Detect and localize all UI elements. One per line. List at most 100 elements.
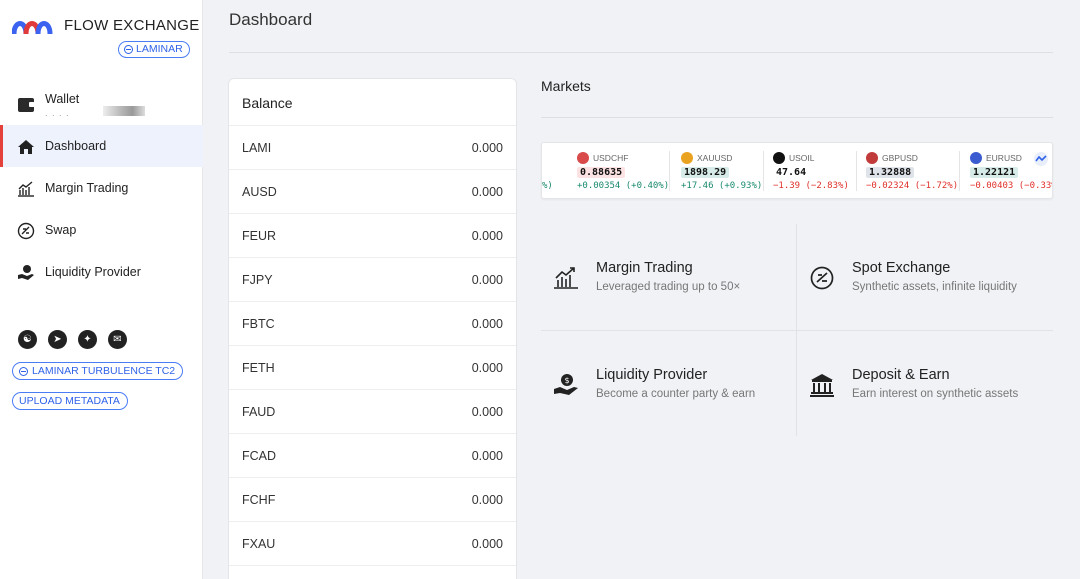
ticker-price: 1898.29 (681, 167, 730, 178)
bank-icon (810, 374, 834, 397)
nav-label: Dashboard (45, 139, 107, 153)
balance-row: AUSD 0.000 (229, 170, 516, 214)
wallet-icon (18, 98, 35, 112)
liquidity-icon: $ (554, 374, 578, 395)
ticker-change: −0.00403 (−0.33%) (970, 181, 1053, 191)
market-icon (970, 152, 982, 164)
token-symbol: FCAD (242, 448, 277, 463)
token-symbol: FETH (242, 360, 275, 375)
token-amount: 0.000 (471, 492, 503, 507)
upload-metadata-button[interactable]: UPLOAD METADATA (12, 392, 128, 410)
balance-row: FJPY 0.000 (229, 258, 516, 302)
tradingview-cloud-icon[interactable] (1032, 152, 1050, 166)
balance-row: LAMI 0.000 (229, 126, 516, 170)
balance-row: FCHF 0.000 (229, 478, 516, 522)
upload-metadata-label: UPLOAD METADATA (19, 395, 120, 407)
token-symbol: FAUD (242, 404, 276, 419)
laminar-icon (124, 45, 133, 54)
wallet-label: Wallet (45, 92, 80, 106)
network-pill-label: LAMINAR TURBULENCE TC2 (32, 365, 176, 377)
nav-item-swap[interactable]: Swap (0, 209, 203, 251)
token-amount: 0.000 (471, 536, 503, 551)
ticker-change: %) (542, 181, 553, 191)
ticker-price: 0.88635 (577, 167, 626, 178)
home-icon (18, 140, 34, 154)
token-symbol: FXAU (242, 536, 276, 551)
market-icon (681, 152, 693, 164)
ticker-symbol: USOIL (773, 152, 815, 164)
balance-row: FAUD 0.000 (229, 390, 516, 434)
divider (229, 52, 1053, 53)
ticker-change: +17.46 (+0.93%) (681, 181, 763, 191)
token-amount: 0.000 (471, 448, 503, 463)
token-amount: 0.000 (471, 360, 503, 375)
ticker-symbol: USDCHF (577, 152, 628, 164)
token-amount: 0.000 (471, 272, 503, 287)
token-symbol: FCHF (242, 492, 276, 507)
brand[interactable]: FLOW EXCHANGE LAMINAR (12, 14, 199, 64)
feature-title: Spot Exchange (852, 260, 951, 276)
ticker-symbol-text: GBPUSD (882, 153, 918, 163)
wallet[interactable]: Wallet . . . . (0, 86, 203, 126)
feature-subtitle: Become a counter party & earn (596, 388, 756, 400)
feature-title: Margin Trading (596, 260, 693, 276)
feature-title: Liquidity Provider (596, 367, 708, 383)
balance-row: FETH 0.000 (229, 346, 516, 390)
token-symbol: LAMI (242, 140, 272, 155)
balance-list: LAMI 0.000 AUSD 0.000 FEUR 0.000 FJPY 0.000 FBTC… (229, 126, 516, 566)
token-symbol: FEUR (242, 228, 277, 243)
feature-subtitle: Earn interest on synthetic assets (852, 388, 1019, 400)
chart-up-icon (554, 267, 578, 289)
token-amount: 0.000 (471, 404, 503, 419)
wallet-address: . . . . (45, 108, 70, 118)
feature-spot-exchange[interactable]: Spot Exchange Synthetic assets, infinite… (797, 224, 1047, 324)
nav-label: Margin Trading (45, 181, 129, 195)
ticker-change: −1.39 (−2.83%) (773, 181, 849, 191)
nav-label: Swap (45, 223, 77, 237)
token-symbol: AUSD (242, 184, 277, 199)
token-amount: 0.000 (471, 228, 503, 243)
network-tag-label: LAMINAR (136, 43, 183, 55)
balance-card: Balance LAMI 0.000 AUSD 0.000 FEUR 0.000 FJPY 0… (228, 78, 517, 579)
feature-title: Deposit & Earn (852, 367, 950, 383)
ticker-symbol-text: USOIL (789, 153, 815, 163)
brand-name: FLOW EXCHANGE (64, 17, 200, 34)
svg-text:$: $ (564, 376, 569, 385)
token-symbol: FJPY (242, 272, 273, 287)
balance-title: Balance (229, 79, 516, 126)
network-tag[interactable]: LAMINAR (118, 41, 190, 58)
compass-icon[interactable]: ➤ (48, 330, 67, 349)
page-title: Dashboard (229, 10, 313, 29)
laminar-icon (19, 366, 28, 376)
ticker-separator (763, 151, 764, 191)
ticker-symbol-text: EURUSD (986, 153, 1022, 163)
balance-row: FBTC 0.000 (229, 302, 516, 346)
network-pill[interactable]: LAMINAR TURBULENCE TC2 (12, 362, 184, 380)
ticker-change: +0.00354 (+0.40%) (577, 181, 670, 191)
nav-item-margin-trading[interactable]: Margin Trading (0, 167, 203, 209)
feature-liquidity-provider[interactable]: $ Liquidity Provider Become a counter pa… (541, 331, 791, 431)
nav-item-dashboard[interactable]: Dashboard (0, 125, 203, 167)
social-links: ☯ ➤ ✦ ✉ (18, 330, 127, 349)
nav-item-liquidity-provider[interactable]: Liquidity Provider (0, 251, 203, 293)
token-amount: 0.000 (471, 316, 503, 331)
nav-label: Liquidity Provider (45, 265, 141, 279)
ticker-symbol: EURUSD (970, 152, 1022, 164)
market-icon (773, 152, 785, 164)
markets-title: Markets (541, 78, 591, 94)
balance-row: FXAU 0.000 (229, 522, 516, 566)
wallet-address-redacted (103, 106, 145, 116)
token-amount: 0.000 (471, 184, 503, 199)
feature-deposit-earn[interactable]: Deposit & Earn Earn interest on syntheti… (797, 331, 1047, 431)
balance-row: FCAD 0.000 (229, 434, 516, 478)
github-icon[interactable]: ☯ (18, 330, 37, 349)
market-ticker[interactable]: %) USDCHF 0.88635 +0.00354 (+0.40%) XAUUSD 1… (541, 142, 1053, 199)
swap-icon (810, 266, 834, 290)
market-icon (866, 152, 878, 164)
liquidity-icon (18, 265, 34, 280)
twitter-icon[interactable]: ✦ (78, 330, 97, 349)
feature-subtitle: Synthetic assets, infinite liquidity (852, 281, 1017, 293)
sidebar: FLOW EXCHANGE LAMINAR Wallet . . . . Das… (0, 0, 203, 579)
email-icon[interactable]: ✉ (108, 330, 127, 349)
feature-margin-trading[interactable]: Margin Trading Leveraged trading up to 5… (541, 224, 791, 324)
